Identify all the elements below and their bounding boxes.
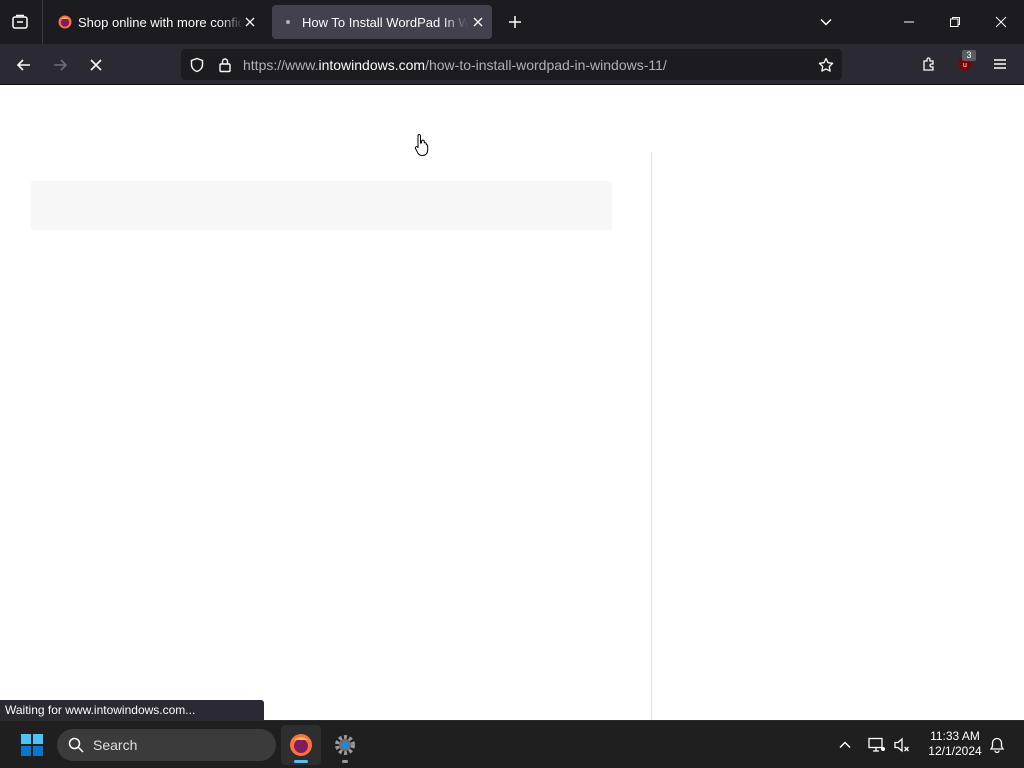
bell-icon — [989, 737, 1005, 753]
list-all-tabs-button[interactable] — [814, 10, 838, 34]
tracking-protection-shield-icon[interactable] — [187, 55, 207, 75]
extension-badge-count: 3 — [962, 50, 976, 61]
firefox-icon — [290, 734, 312, 756]
taskbar-firefox-button[interactable] — [281, 725, 321, 765]
show-hidden-icons-button[interactable] — [834, 733, 856, 757]
chevron-up-icon — [839, 741, 851, 748]
close-icon — [473, 17, 483, 27]
back-button[interactable] — [10, 51, 38, 79]
arrow-right-icon — [54, 59, 68, 71]
hamburger-menu-icon — [994, 59, 1006, 69]
open-app-indicator — [342, 760, 348, 763]
network-status-button[interactable] — [865, 733, 889, 757]
restore-button[interactable] — [932, 0, 978, 44]
close-icon — [995, 16, 1007, 28]
lock-icon[interactable] — [215, 55, 235, 75]
web-page-content — [0, 86, 1024, 720]
volume-button[interactable] — [890, 733, 914, 757]
clock-time: 11:33 AM — [930, 729, 980, 743]
tab-overview-icon — [12, 14, 28, 29]
url-path: /how-to-install-wordpad-in-windows-11/ — [425, 57, 667, 73]
plus-icon — [509, 16, 521, 28]
tab-separator — [42, 0, 43, 44]
url-text[interactable]: https://www.intowindows.com/how-to-insta… — [243, 57, 667, 73]
close-icon — [245, 17, 255, 27]
loading-dot-icon — [286, 20, 290, 24]
url-domain: intowindows.com — [318, 57, 426, 73]
puzzle-piece-icon — [923, 57, 934, 71]
firefox-icon — [58, 15, 72, 29]
clock-date: 12/1/2024 — [928, 744, 982, 758]
sidebar-divider — [651, 152, 652, 720]
arrow-left-icon — [16, 59, 30, 71]
notifications-button[interactable] — [985, 733, 1009, 757]
search-icon — [68, 737, 84, 753]
tab-title: Shop online with more confidence — [78, 14, 244, 30]
forward-button[interactable] — [46, 51, 74, 79]
windows-taskbar: Search 11:33 AM 12/1/2024 — [0, 720, 1024, 768]
start-button[interactable] — [14, 729, 50, 761]
close-window-button[interactable] — [978, 0, 1024, 44]
new-tab-button[interactable] — [503, 10, 527, 34]
bookmark-star-button[interactable] — [816, 55, 836, 75]
taskbar-search-box[interactable]: Search — [57, 729, 276, 761]
close-tab-button[interactable] — [470, 14, 486, 30]
url-prefix: https://www. — [243, 57, 319, 73]
taskbar-settings-button[interactable] — [325, 725, 365, 765]
chevron-down-icon — [820, 18, 832, 26]
taskbar-clock[interactable]: 11:33 AM 12/1/2024 — [920, 729, 990, 759]
stop-loading-button[interactable] — [82, 51, 110, 79]
tab-wordpad-article[interactable]: How To Install WordPad In Windows 11 — [272, 5, 492, 39]
loading-placeholder-block — [31, 181, 612, 230]
extensions-button[interactable] — [916, 51, 942, 77]
status-panel: Waiting for www.intowindows.com... — [0, 700, 264, 720]
close-tab-button[interactable] — [242, 14, 258, 30]
gear-icon — [335, 735, 355, 755]
restore-icon — [950, 17, 960, 27]
tab-overview-button[interactable] — [8, 10, 32, 34]
windows-logo-icon — [21, 734, 43, 756]
search-label: Search — [93, 737, 138, 753]
svg-text:u: u — [963, 62, 967, 69]
active-app-indicator — [294, 760, 308, 763]
minimize-button[interactable] — [886, 0, 932, 44]
volume-muted-icon — [894, 737, 909, 753]
hand-pointer-cursor-icon — [414, 133, 430, 162]
star-icon — [818, 57, 834, 72]
tab-shop-online[interactable]: Shop online with more confidence — [50, 5, 264, 39]
app-menu-button[interactable] — [987, 51, 1013, 77]
stop-icon — [90, 59, 102, 71]
tab-bar: Shop online with more confidence How To … — [0, 0, 1024, 44]
tab-title: How To Install WordPad In Windows 11 — [302, 14, 468, 30]
minimize-icon — [904, 21, 914, 23]
address-bar[interactable]: https://www.intowindows.com/how-to-insta… — [181, 49, 842, 80]
network-monitor-icon — [868, 737, 885, 752]
